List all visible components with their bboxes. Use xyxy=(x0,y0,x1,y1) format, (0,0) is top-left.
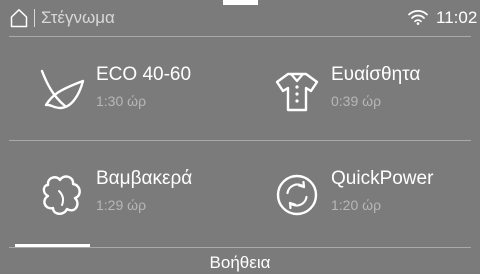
title-separator xyxy=(34,9,35,27)
shirt-icon xyxy=(275,72,319,112)
divider-middle xyxy=(9,140,471,141)
program-duration: 1:29 ώρ xyxy=(96,197,147,213)
program-duration: 1:30 ώρ xyxy=(96,93,147,109)
program-duration: 0:39 ώρ xyxy=(331,93,382,109)
program-tile-delicates[interactable]: Ευαίσθητα 0:39 ώρ xyxy=(244,40,479,140)
quickpower-icon xyxy=(276,174,318,216)
program-name: QuickPower xyxy=(331,168,434,189)
program-name: ECO 40-60 xyxy=(96,64,192,85)
status-bar: Στέγνωμα 11:02 xyxy=(0,0,480,32)
divider-bottom xyxy=(9,247,471,248)
home-icon[interactable] xyxy=(10,8,28,28)
program-name: Βαμβακερά xyxy=(96,168,193,189)
wifi-icon xyxy=(408,10,428,25)
program-tile-cotton[interactable]: Βαμβακερά 1:29 ώρ xyxy=(9,144,244,244)
page-indicator xyxy=(15,244,90,247)
program-tile-quickpower[interactable]: QuickPower 1:20 ώρ xyxy=(244,144,479,244)
leaf-icon xyxy=(40,69,85,110)
pull-down-handle[interactable] xyxy=(223,0,258,5)
cotton-icon xyxy=(42,175,81,215)
program-name: Ευαίσθητα xyxy=(331,64,421,85)
breadcrumb: Στέγνωμα xyxy=(41,8,115,27)
help-button[interactable]: Βοήθεια xyxy=(0,253,480,273)
divider-top xyxy=(9,36,471,37)
clock: 11:02 xyxy=(436,8,478,27)
program-tile-eco[interactable]: ECO 40-60 1:30 ώρ xyxy=(9,40,244,140)
program-duration: 1:20 ώρ xyxy=(331,197,382,213)
